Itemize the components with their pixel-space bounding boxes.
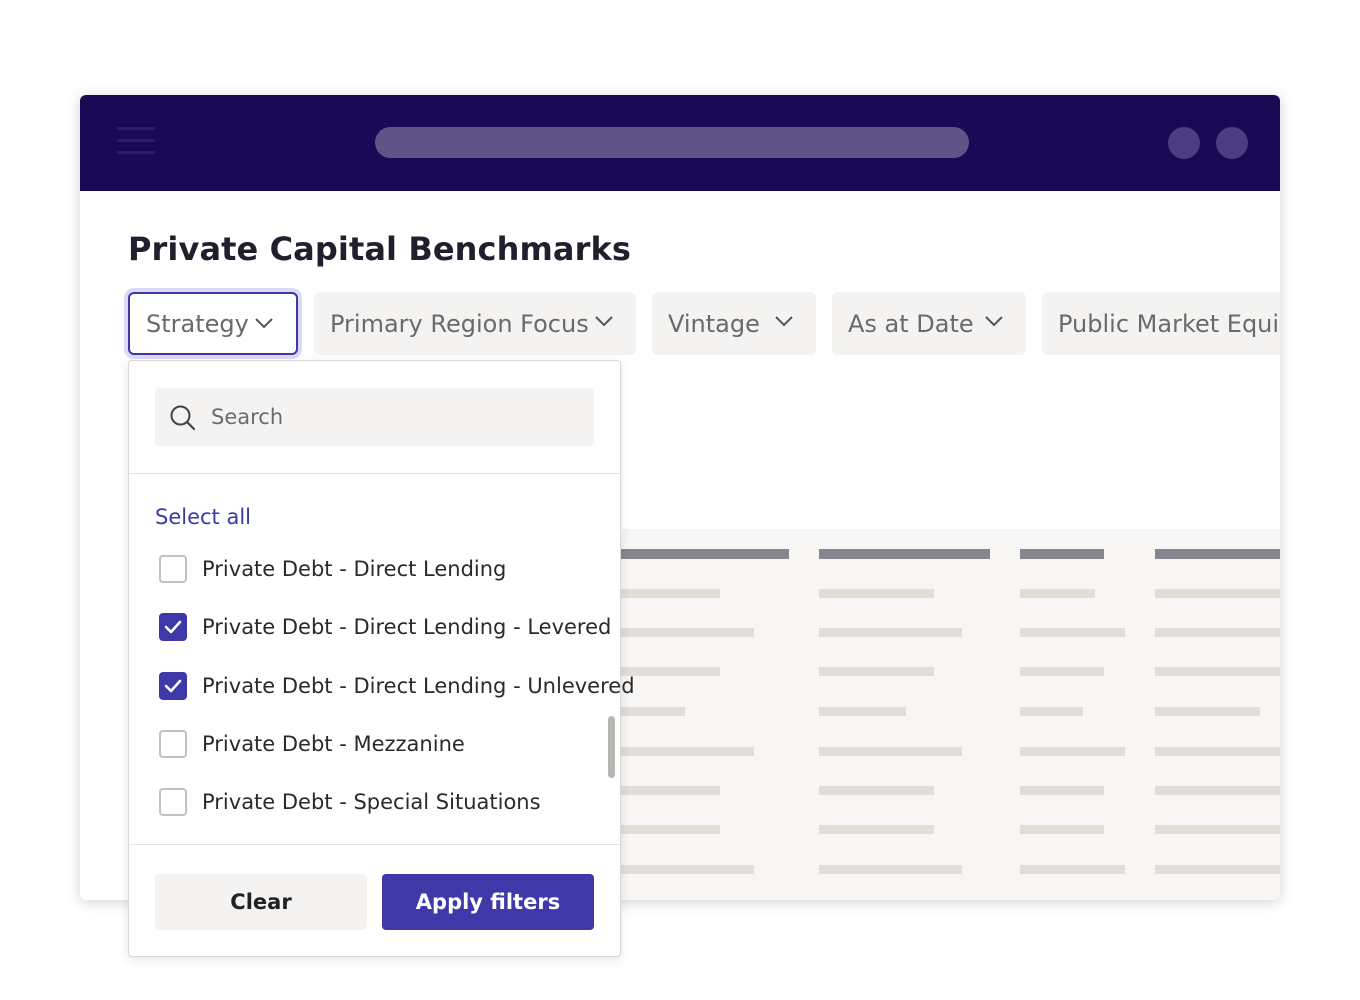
table-row (819, 589, 934, 598)
data-table-placeholder (616, 529, 1280, 900)
checkmark-icon (164, 620, 182, 634)
search-field[interactable] (155, 388, 594, 446)
table-row (616, 747, 754, 756)
scrollbar-thumb[interactable] (608, 716, 615, 778)
search-input[interactable] (211, 388, 581, 446)
table-row (819, 825, 934, 834)
table-row (1020, 747, 1125, 756)
option-private-debt-direct-lending-unlevered[interactable]: Private Debt - Direct Lending - Unlevere… (159, 671, 635, 701)
select-all-link[interactable]: Select all (155, 505, 251, 529)
table-row (819, 865, 962, 874)
title-bar (80, 95, 1280, 191)
table-row (616, 628, 754, 637)
divider (129, 473, 620, 474)
hamburger-icon[interactable] (117, 127, 155, 159)
address-bar[interactable] (375, 127, 969, 158)
divider (129, 844, 620, 845)
vintage-filter[interactable]: Vintage (652, 292, 816, 355)
table-row (1155, 667, 1280, 676)
strategy-filter[interactable]: Strategy (128, 292, 298, 355)
option-private-debt-special-situations[interactable]: Private Debt - Special Situations (159, 787, 541, 817)
strategy-dropdown-panel: Select all Private Debt - Direct Lending… (128, 360, 635, 957)
table-row (616, 589, 720, 598)
table-row (819, 786, 934, 795)
option-label: Private Debt - Direct Lending - Levered (202, 615, 612, 639)
checkbox[interactable] (159, 613, 187, 641)
filter-label: Strategy (146, 309, 249, 338)
window-control-button[interactable] (1216, 127, 1248, 159)
table-row (819, 707, 906, 716)
public-market-equivalent-filter[interactable]: Public Market Equiva (1042, 292, 1280, 355)
chevron-down-icon (775, 316, 793, 327)
option-label: Private Debt - Direct Lending - Unlevere… (202, 674, 635, 698)
table-row (616, 865, 754, 874)
filter-label: As at Date (848, 309, 974, 338)
checkbox[interactable] (159, 730, 187, 758)
table-row (1020, 707, 1083, 716)
chevron-down-icon (255, 318, 273, 329)
table-row (1020, 825, 1104, 834)
filter-label: Vintage (668, 309, 760, 338)
table-row (1020, 667, 1104, 676)
table-row (819, 628, 962, 637)
table-row (1155, 628, 1280, 637)
table-row (819, 747, 962, 756)
table-row (1155, 747, 1280, 756)
chevron-down-icon (985, 316, 1003, 327)
chevron-down-icon (595, 316, 613, 327)
option-label: Private Debt - Direct Lending (202, 557, 507, 581)
table-header (616, 549, 789, 559)
option-label: Private Debt - Special Situations (202, 790, 541, 814)
table-row (1020, 865, 1125, 874)
table-row (1155, 825, 1280, 834)
table-header (819, 549, 990, 559)
window-control-button[interactable] (1168, 127, 1200, 159)
table-row (616, 825, 720, 834)
page-title: Private Capital Benchmarks (128, 230, 632, 268)
table-row (1155, 707, 1260, 716)
table-row (1020, 628, 1125, 637)
table-header (1020, 549, 1104, 559)
table-header (1155, 549, 1280, 559)
checkmark-icon (164, 679, 182, 693)
option-private-debt-direct-lending-levered[interactable]: Private Debt - Direct Lending - Levered (159, 612, 611, 642)
table-row (1155, 786, 1280, 795)
option-private-debt-direct-lending[interactable]: Private Debt - Direct Lending (159, 554, 506, 584)
primary-region-focus-filter[interactable]: Primary Region Focus (314, 292, 636, 355)
option-private-debt-mezzanine[interactable]: Private Debt - Mezzanine (159, 729, 465, 759)
table-row (1155, 865, 1280, 874)
table-row (1155, 589, 1280, 598)
as-at-date-filter[interactable]: As at Date (832, 292, 1026, 355)
table-row (1020, 786, 1104, 795)
filter-label: Public Market Equiva (1058, 309, 1280, 338)
table-row (1020, 589, 1095, 598)
table-row (616, 707, 685, 716)
checkbox[interactable] (159, 788, 187, 816)
option-label: Private Debt - Mezzanine (202, 732, 465, 756)
checkbox[interactable] (159, 672, 187, 700)
search-icon (170, 405, 196, 431)
table-row (616, 786, 720, 795)
apply-filters-button[interactable]: Apply filters (382, 874, 594, 930)
filter-label: Primary Region Focus (330, 309, 589, 338)
table-row (819, 667, 934, 676)
checkbox[interactable] (159, 555, 187, 583)
clear-button[interactable]: Clear (155, 874, 367, 930)
